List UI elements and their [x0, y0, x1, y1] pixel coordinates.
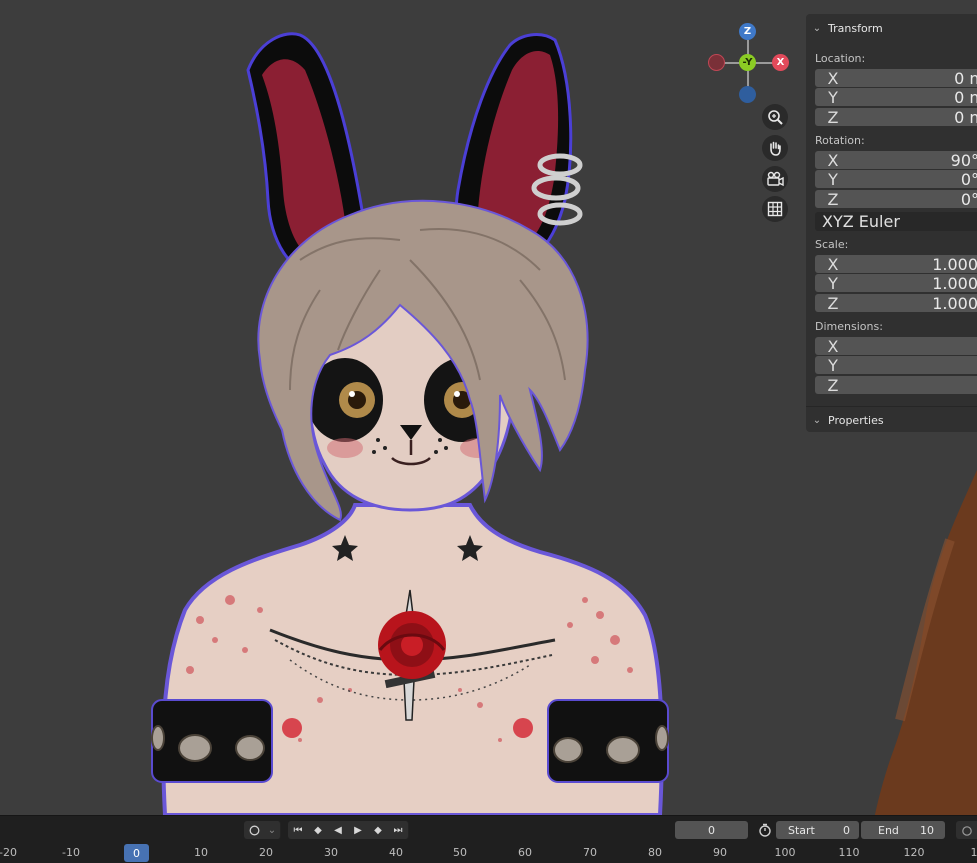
location-y-value: 0 m: [954, 88, 977, 107]
gizmo-x-axis[interactable]: X: [772, 54, 789, 71]
properties-panel-header[interactable]: ⌄ Properties: [806, 406, 977, 433]
rotation-z-value: 0°: [961, 190, 977, 209]
location-y-field[interactable]: Y0 m: [815, 88, 977, 106]
gizmo-z-axis[interactable]: Z: [739, 23, 756, 40]
scale-x-field[interactable]: X1.000: [815, 255, 977, 273]
auto-keying-icon[interactable]: [956, 821, 977, 839]
location-z-value: 0 m: [954, 108, 977, 127]
chevron-right-icon: ⌄: [806, 415, 828, 426]
start-label: Start: [788, 824, 815, 837]
ruler-label: 20: [259, 846, 273, 859]
ruler-label: -10: [62, 846, 80, 859]
ruler-label: 100: [775, 846, 796, 859]
rotation-x-field[interactable]: X90°: [815, 151, 977, 169]
ruler-label: 50: [453, 846, 467, 859]
rotation-label: Rotation:: [815, 134, 865, 147]
jump-to-keyframe-next-button[interactable]: ◆: [368, 821, 389, 839]
gizmo-neg-y-axis[interactable]: -Y: [739, 54, 756, 71]
gizmo-neg-z-axis[interactable]: [739, 86, 756, 103]
scale-x-value: 1.000: [932, 255, 977, 274]
ruler-label: 80: [648, 846, 662, 859]
ruler-label: 1: [971, 846, 977, 859]
hand-pan-icon[interactable]: [762, 135, 788, 161]
location-x-field[interactable]: X0 m: [815, 69, 977, 87]
jump-to-start-button[interactable]: ⏮: [288, 821, 309, 839]
ruler-label: 60: [518, 846, 532, 859]
camera-icon[interactable]: [762, 166, 788, 192]
jump-to-end-button[interactable]: ⏭: [388, 821, 409, 839]
ruler-label: 90: [713, 846, 727, 859]
transform-title: Transform: [828, 22, 883, 35]
rotation-x-value: 90°: [951, 151, 977, 170]
scale-y-field[interactable]: Y1.000: [815, 274, 977, 292]
ruler-label: -20: [0, 846, 17, 859]
dimensions-z-field[interactable]: Z: [815, 376, 977, 394]
chevron-down-icon: ⌄: [806, 23, 828, 34]
start-frame-field[interactable]: Start 0: [776, 821, 859, 839]
keying-toggle[interactable]: [244, 821, 265, 839]
background-figure: [875, 470, 977, 815]
grid-icon[interactable]: [762, 196, 788, 222]
keying-dropdown[interactable]: ⌄: [264, 821, 281, 839]
zoom-icon[interactable]: [762, 104, 788, 130]
ruler-label: 30: [324, 846, 338, 859]
play-reverse-button[interactable]: ◀: [328, 821, 349, 839]
scale-z-value: 1.000: [932, 294, 977, 313]
scale-y-value: 1.000: [932, 274, 977, 293]
gizmo-neg-x-axis[interactable]: [708, 54, 725, 71]
dimensions-x-field[interactable]: X: [815, 337, 977, 355]
jump-to-keyframe-prev-button[interactable]: ◆: [308, 821, 329, 839]
location-x-value: 0 m: [954, 69, 977, 88]
current-frame-field[interactable]: 0: [675, 821, 748, 839]
ruler-label: 120: [904, 846, 925, 859]
stopwatch-icon[interactable]: [756, 821, 774, 839]
play-button[interactable]: ▶: [348, 821, 369, 839]
rotation-y-value: 0°: [961, 170, 977, 189]
current-frame-marker[interactable]: 0: [124, 844, 149, 862]
navigation-gizmo[interactable]: Z -Y X: [700, 22, 790, 102]
ruler-label: 110: [839, 846, 860, 859]
location-label: Location:: [815, 52, 865, 65]
end-frame-field[interactable]: End 10: [861, 821, 945, 839]
rotation-y-field[interactable]: Y0°: [815, 170, 977, 188]
rotation-z-field[interactable]: Z0°: [815, 190, 977, 208]
ruler-label: 70: [583, 846, 597, 859]
scale-z-field[interactable]: Z1.000: [815, 294, 977, 312]
start-value: 0: [843, 824, 850, 837]
scale-label: Scale:: [815, 238, 848, 251]
end-value: 10: [920, 824, 934, 837]
dimensions-y-field[interactable]: Y: [815, 356, 977, 374]
end-label: End: [878, 824, 899, 837]
current-frame-value: 0: [708, 824, 715, 837]
ruler-label: 40: [389, 846, 403, 859]
ruler-label: 10: [194, 846, 208, 859]
properties-title: Properties: [828, 414, 884, 427]
transform-panel-header[interactable]: ⌄ Transform: [806, 15, 977, 41]
dimensions-label: Dimensions:: [815, 320, 883, 333]
rotation-mode-dropdown[interactable]: XYZ Euler: [815, 212, 977, 231]
location-z-field[interactable]: Z0 m: [815, 108, 977, 126]
